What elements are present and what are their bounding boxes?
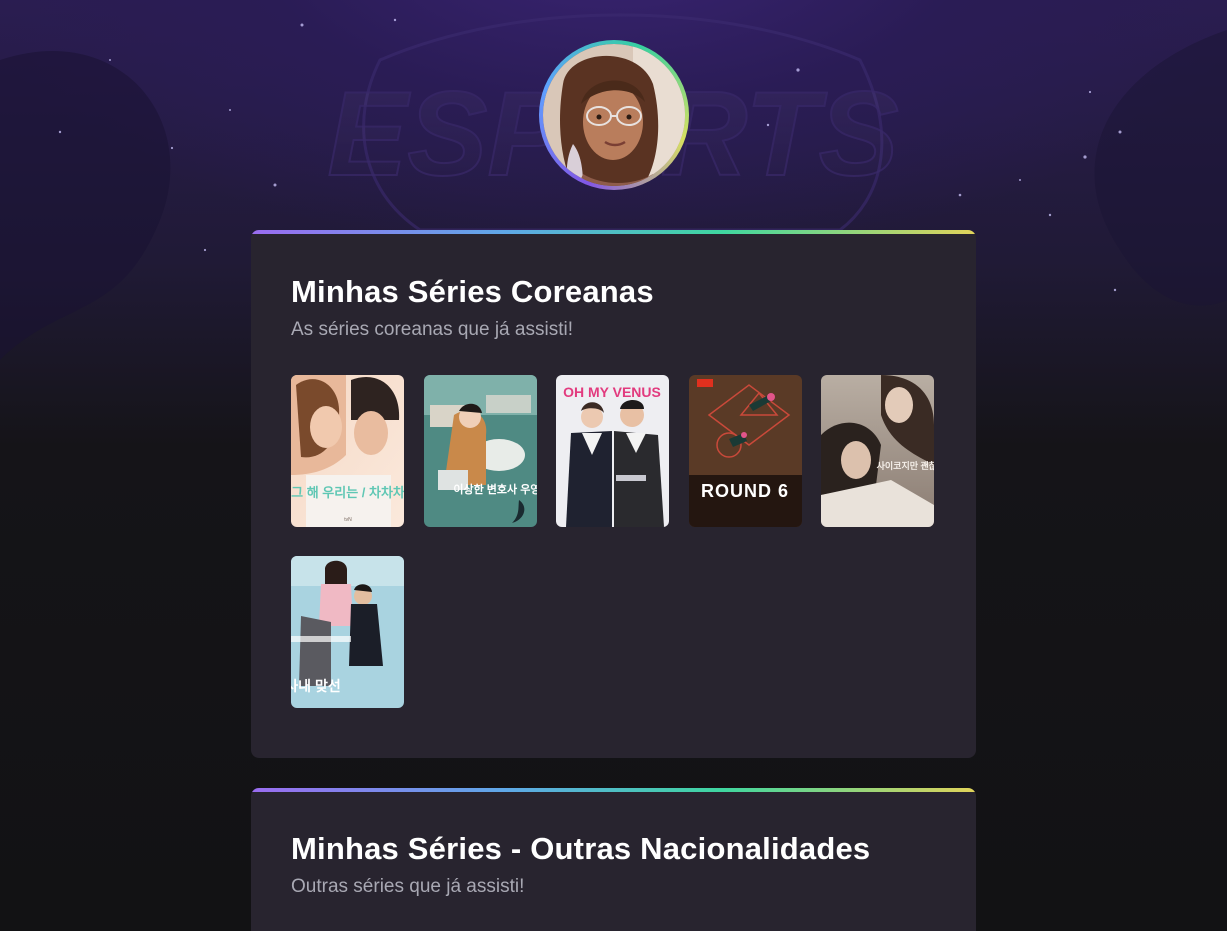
svg-text:tvN: tvN xyxy=(344,517,352,523)
series-poster-6[interactable]: 사내 맞선 xyxy=(291,556,404,708)
section-title: Minhas Séries - Outras Nacionalidades xyxy=(291,831,871,866)
section-subtitle: As séries coreanas que já assisti! xyxy=(291,319,573,340)
profile-photo-image xyxy=(543,44,685,186)
poster-1-caption: 그 해 우리는 / 차차차 xyxy=(291,485,404,500)
profile-photo xyxy=(543,44,685,186)
series-poster-1[interactable]: 그 해 우리는 / 차차차 tvN xyxy=(291,375,404,527)
profile-avatar xyxy=(539,40,689,190)
section-subtitle: Outras séries que já assisti! xyxy=(291,876,525,897)
series-poster-5[interactable]: 사이코지만 괜찮아 xyxy=(821,375,934,527)
korean-series-card: Minhas Séries Coreanas As séries coreana… xyxy=(251,230,976,758)
page: ESPORTS xyxy=(0,0,1227,931)
poster-4-caption: ROUND 6 xyxy=(701,481,789,501)
series-poster-3[interactable]: OH MY VENUS xyxy=(556,375,669,527)
poster-3-caption: OH MY VENUS xyxy=(563,384,661,400)
other-series-card: Minhas Séries - Outras Nacionalidades Ou… xyxy=(251,788,976,931)
series-poster-2[interactable]: 이상한 변호사 우영우 xyxy=(424,375,537,527)
series-poster-4[interactable]: ROUND 6 xyxy=(689,375,802,527)
section-title: Minhas Séries Coreanas xyxy=(291,274,654,309)
poster-2-caption: 이상한 변호사 우영우 xyxy=(453,482,537,496)
poster-6-caption: 사내 맞선 xyxy=(291,678,341,694)
poster-5-caption: 사이코지만 괜찮아 xyxy=(877,460,934,471)
